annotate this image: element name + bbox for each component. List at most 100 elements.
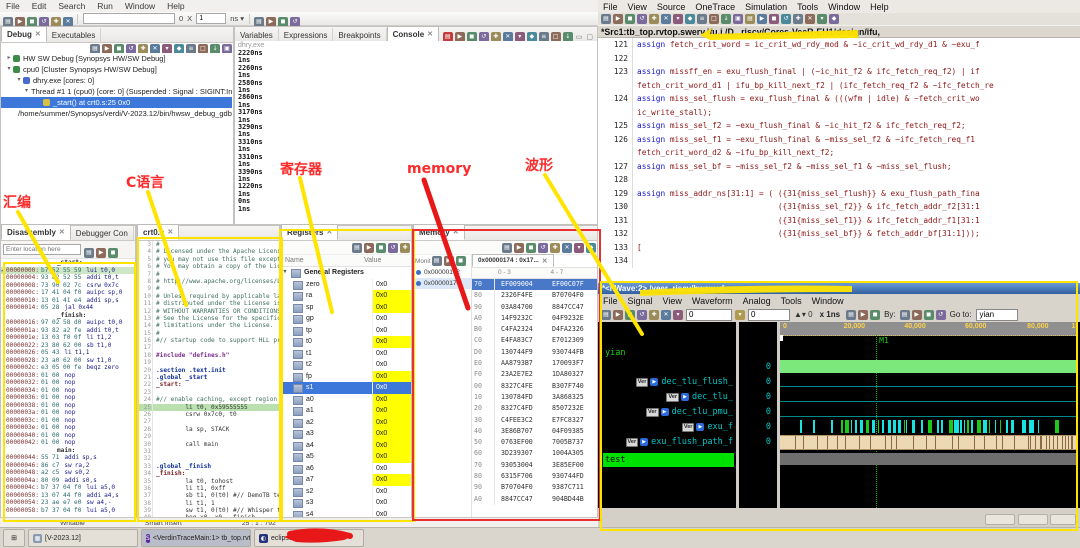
cut-icon[interactable]: ↺	[637, 310, 647, 320]
disassembly-row[interactable]: 00000048:a2 c5sws0,2	[1, 469, 135, 477]
prev-edge-icon[interactable]: ▶	[912, 310, 922, 320]
back-window-icon[interactable]: ◼	[625, 14, 635, 24]
close-icon[interactable]: ✕	[427, 30, 433, 38]
search-off-icon[interactable]: ↺	[936, 310, 946, 320]
signal-name-row[interactable]: test	[603, 453, 734, 467]
memory-row[interactable]: C0E4FA83C7E7012309	[472, 335, 597, 346]
settings-icon[interactable]: ▾	[673, 14, 683, 24]
expander-icon[interactable]: ▾	[281, 267, 289, 279]
verdi-code-area[interactable]: 121assign fetch_crit_word = ic_crit_wd_r…	[598, 38, 1080, 283]
run-launch-icon[interactable]: ✕	[63, 17, 73, 27]
toggle-split-icon[interactable]: ✕	[562, 243, 572, 253]
tab-debug[interactable]: Debug✕	[1, 26, 47, 42]
expander-icon[interactable]: ▾	[15, 75, 23, 86]
tab-expressions[interactable]: Expressions	[279, 28, 334, 42]
find-icon[interactable]: ▤	[745, 14, 755, 24]
registers-value-column[interactable]: Value	[364, 255, 381, 266]
lock-icon[interactable]: ▶	[96, 248, 106, 258]
import-icon[interactable]: ↺	[538, 243, 548, 253]
time-unit-select[interactable]: ns ▾	[230, 14, 244, 23]
paste-icon[interactable]: ✕	[661, 310, 671, 320]
open-db-icon[interactable]: ▤	[601, 310, 611, 320]
save-all-icon[interactable]: ◼	[27, 17, 37, 27]
menu-view[interactable]: View	[658, 296, 687, 306]
disassembly-row[interactable]: 00000026:05 43lit1,1	[1, 349, 135, 357]
new-dropdown-icon[interactable]: ▤	[3, 17, 13, 27]
disassembly-row[interactable]: _finish:	[1, 312, 135, 320]
register-row[interactable]: a40x0	[281, 440, 411, 452]
menu-file[interactable]: File	[598, 296, 623, 306]
disassembly-row[interactable]: 00000030:01 00nop	[1, 372, 135, 380]
signal-name-row[interactable]: Ver▶exu_f	[682, 420, 733, 434]
undo-icon[interactable]: ◼	[625, 310, 635, 320]
trace-icon[interactable]: ◆	[685, 14, 695, 24]
reload-icon[interactable]: ▶	[613, 310, 623, 320]
memory-row[interactable]: 403E86B70704F09385	[472, 426, 597, 437]
register-row[interactable]: s20x0	[281, 486, 411, 498]
cursor-time-input[interactable]	[686, 309, 732, 321]
disassembly-row[interactable]: 0000002c:e3 05 00 febeqzzero	[1, 364, 135, 372]
annotate-icon[interactable]: ✕	[661, 14, 671, 24]
undo-icon[interactable]: ≡	[697, 14, 707, 24]
forward-window-icon[interactable]: ↺	[637, 14, 647, 24]
debug-tree-row[interactable]: ▸HW SW Debug [Synopsys HW/SW Debug]	[1, 53, 232, 64]
expander-icon[interactable]: ▸	[5, 53, 13, 64]
memory-row[interactable]: F023A2E7E21DA80327	[472, 369, 597, 380]
export-icon[interactable]: ◼	[526, 243, 536, 253]
memory-row[interactable]: B0C4FA2324D4FA2326	[472, 324, 597, 335]
register-row[interactable]: t10x0	[281, 348, 411, 360]
up-scope-icon[interactable]: ◼	[769, 14, 779, 24]
copy-icon[interactable]: ✚	[649, 310, 659, 320]
disassembly-row[interactable]: 00000008:73 90 02 7ccsrw0x7c	[1, 282, 135, 290]
close-icon[interactable]: ✕	[453, 228, 459, 236]
disassembly-row[interactable]: 0000003a:01 00nop	[1, 409, 135, 417]
tab-crt0-s[interactable]: crt0.s✕	[137, 224, 179, 240]
disassembly-row[interactable]: 00000040:01 00nop	[1, 432, 135, 440]
close-icon[interactable]: ✕	[59, 228, 65, 236]
save-session-icon[interactable]: ✕	[805, 14, 815, 24]
menu-onetrace[interactable]: OneTrace	[690, 2, 740, 12]
layout-icon[interactable]: ▶	[364, 243, 374, 253]
disassembly-row[interactable]: 00000010:13 01 41 e4addisp,s	[1, 297, 135, 305]
edit-icon[interactable]: ✚	[649, 14, 659, 24]
signal-name-row[interactable]: Ver▶exu_flush_path_f	[626, 435, 733, 449]
register-row[interactable]: gp0x0	[281, 313, 411, 325]
step-filters-icon[interactable]: ▶	[266, 17, 276, 27]
taskbar-item-eclipse-worksp[interactable]: ◐eclipse-worksp	[254, 529, 364, 547]
eclipse-search-input[interactable]	[83, 13, 175, 24]
disassembly-row[interactable]: 00000042:01 00nop	[1, 439, 135, 447]
disassembly-row[interactable]: 00000032:01 00nop	[1, 379, 135, 387]
back-icon[interactable]: ↓	[721, 14, 731, 24]
register-row[interactable]: ra0x0	[281, 290, 411, 302]
taskbar-item-v-2023-12[interactable]: ▦[V-2023.12]	[28, 529, 138, 547]
disassembly-row[interactable]: 00000034:01 00nop	[1, 387, 135, 395]
zoom-in-icon[interactable]: ▤	[846, 310, 856, 320]
tab-console[interactable]: Console✕	[387, 26, 439, 42]
registers-name-column[interactable]: Name	[281, 255, 364, 266]
disassembly-row[interactable]: 00000028:23 a0 62 00swt1,0	[1, 357, 135, 365]
memory-row[interactable]: 70EF009004EF00C07F	[472, 279, 597, 290]
disassembly-row[interactable]: _start:	[1, 259, 135, 267]
menu-view[interactable]: View	[623, 2, 652, 12]
help-icon[interactable]: ◆	[829, 14, 839, 24]
disassembly-row[interactable]: 00000038:01 00nop	[1, 402, 135, 410]
next-edge-icon[interactable]: ◼	[924, 310, 934, 320]
refresh-icon[interactable]: ▤	[84, 248, 94, 258]
disassembly-row[interactable]: 00000004:93 82 52 55addit0,t	[1, 274, 135, 282]
tab-breakpoints[interactable]: Breakpoints	[333, 28, 386, 42]
memory-rendering-tab[interactable]: 0x00000174 : 0x17...✕	[472, 254, 554, 267]
bookmark-icon[interactable]: ✚	[793, 14, 803, 24]
menu-signal[interactable]: Signal	[623, 296, 658, 306]
menu-waveform[interactable]: Waveform	[687, 296, 738, 306]
menu-window[interactable]: Window	[807, 296, 849, 306]
register-row[interactable]: sp0x0	[281, 302, 411, 314]
memory-row[interactable]: 90B70704F09387C711	[472, 482, 597, 493]
menu-window[interactable]: Window	[119, 1, 161, 11]
scrollbar-thumb[interactable]	[1018, 514, 1048, 525]
register-row[interactable]: a60x0	[281, 463, 411, 475]
new-window-icon[interactable]: ▶	[613, 14, 623, 24]
disassembly-row[interactable]: ▸00000000:b7 52 55 59luit0,0	[1, 267, 135, 275]
zoom-all-icon[interactable]: ◼	[870, 310, 880, 320]
register-row[interactable]: s30x0	[281, 497, 411, 509]
register-row[interactable]: t00x0	[281, 336, 411, 348]
